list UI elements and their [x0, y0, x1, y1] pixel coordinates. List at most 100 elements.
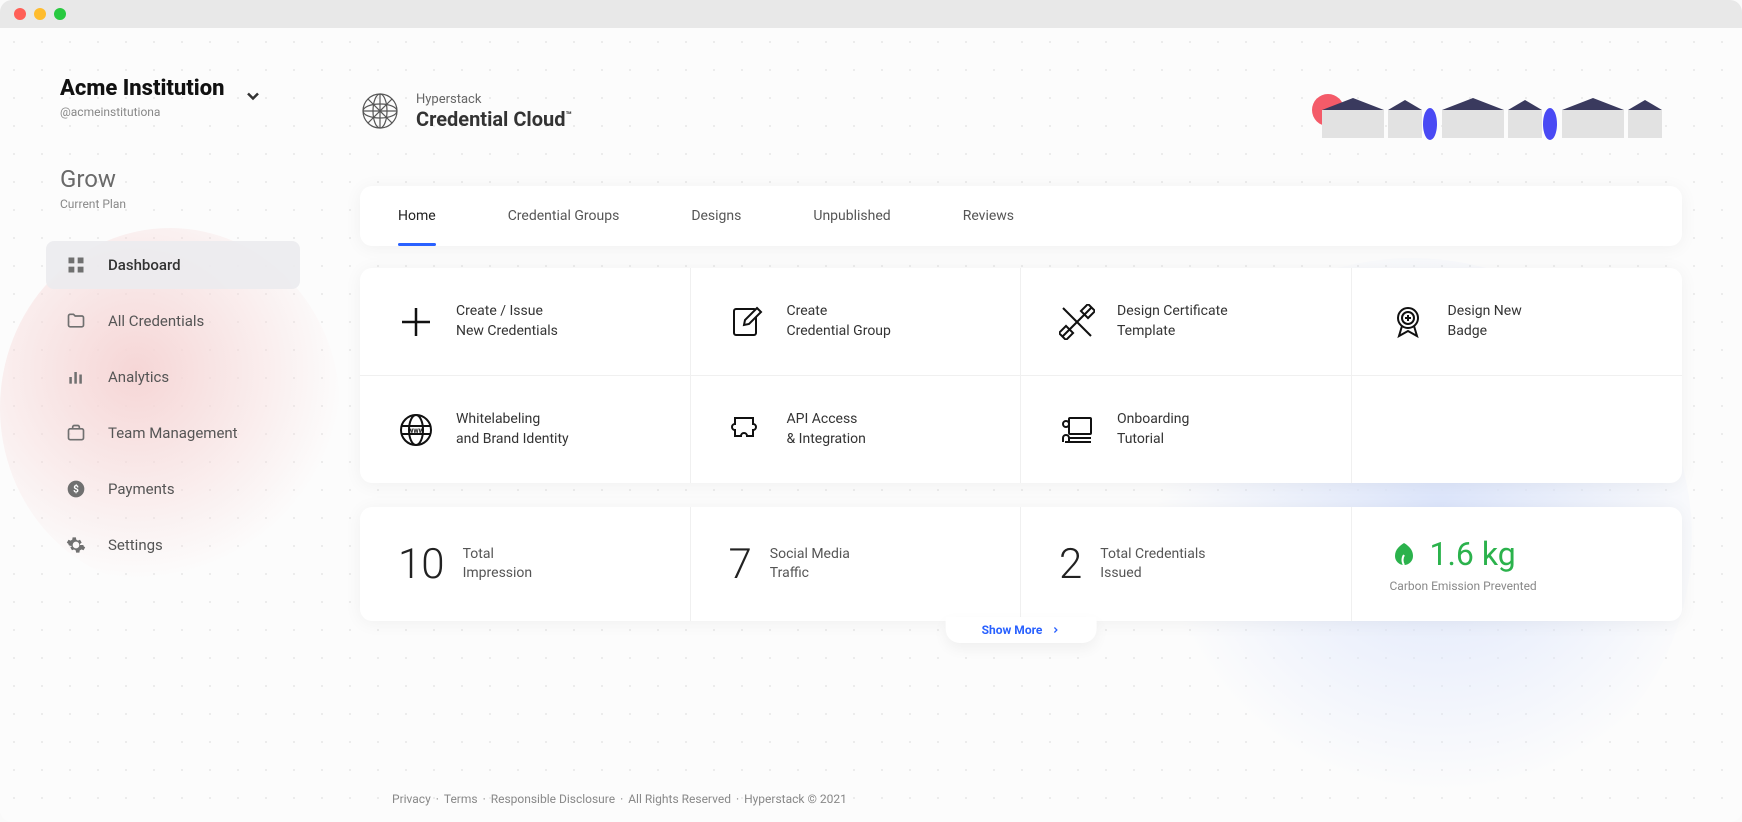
- action-label-line: Credential Group: [787, 323, 891, 339]
- stats-card: 10 TotalImpression 7 Social Media Traffic…: [360, 507, 1682, 621]
- sidebar-item-payments[interactable]: $ Payments: [46, 465, 300, 513]
- sidebar-item-analytics[interactable]: Analytics: [46, 353, 300, 401]
- window-minimize-dot[interactable]: [34, 8, 46, 20]
- carbon-value: 1.6 kg: [1430, 535, 1516, 573]
- brand: Hyperstack Credential Cloud™: [360, 91, 572, 131]
- action-api-access[interactable]: API Access & Integration: [691, 376, 1022, 483]
- chevron-down-icon: [243, 86, 263, 110]
- sidebar-item-dashboard[interactable]: Dashboard: [46, 241, 300, 289]
- action-whitelabeling[interactable]: WWW Whitelabeling and Brand Identity: [360, 376, 691, 483]
- action-label-line: Create: [787, 303, 828, 319]
- show-more-button[interactable]: Show More: [946, 617, 1097, 643]
- stat-label-line: Social Media: [770, 546, 850, 562]
- main-content: Hyperstack Credential Cloud™: [330, 28, 1742, 822]
- sidebar-item-label: Dashboard: [108, 256, 181, 274]
- sidebar-nav: Dashboard All Credentials Analytics Team…: [46, 241, 300, 569]
- skyline-illustration: [1302, 76, 1682, 146]
- dashboard-icon: [66, 255, 86, 275]
- sidebar-item-label: All Credentials: [108, 312, 204, 330]
- sidebar-item-label: Settings: [108, 536, 163, 554]
- footer-copyright: Hyperstack © 2021: [744, 792, 847, 806]
- dollar-icon: $: [66, 479, 86, 499]
- window-close-dot[interactable]: [14, 8, 26, 20]
- tab-reviews[interactable]: Reviews: [963, 186, 1014, 246]
- action-label-line: Whitelabeling: [456, 411, 540, 427]
- action-label-line: Onboarding: [1117, 411, 1189, 427]
- show-more-label: Show More: [982, 623, 1043, 637]
- sidebar-item-team[interactable]: Team Management: [46, 409, 300, 457]
- tabs: Home Credential Groups Designs Unpublish…: [360, 186, 1682, 246]
- sidebar-item-settings[interactable]: Settings: [46, 521, 300, 569]
- svg-text:WWW: WWW: [408, 428, 425, 435]
- plus-icon: [398, 304, 434, 340]
- action-design-certificate[interactable]: Design CertificateTemplate: [1021, 268, 1352, 376]
- badge-icon: [1390, 304, 1426, 340]
- tab-label: Reviews: [963, 208, 1014, 224]
- stat-label-line: Total: [463, 546, 494, 562]
- stat-label-line: Total Credentials: [1100, 546, 1205, 562]
- quick-actions-card: Create / Issue New Credentials Create Cred…: [360, 268, 1682, 483]
- stat-impression: 10 TotalImpression: [360, 507, 691, 621]
- action-label-line: Create / Issue: [456, 303, 543, 319]
- action-label-line: & Integration: [787, 431, 866, 447]
- window-chrome: [0, 0, 1742, 28]
- sidebar-item-label: Analytics: [108, 368, 169, 386]
- leaf-icon: [1390, 540, 1418, 568]
- gear-icon: [66, 535, 86, 555]
- stat-label-line: Traffic: [770, 565, 809, 581]
- window-maximize-dot[interactable]: [54, 8, 66, 20]
- action-onboarding[interactable]: Onboarding Tutorial: [1021, 376, 1352, 483]
- tab-designs[interactable]: Designs: [691, 186, 741, 246]
- chevron-right-icon: [1050, 625, 1060, 635]
- footer-disclosure[interactable]: Responsible Disclosure: [491, 792, 615, 806]
- footer-rights: All Rights Reserved: [628, 792, 731, 806]
- www-globe-icon: WWW: [398, 412, 434, 448]
- action-label-line: API Access: [787, 411, 858, 427]
- globe-logo-icon: [360, 91, 400, 131]
- action-label-line: Tutorial: [1117, 431, 1164, 447]
- tab-label: Designs: [691, 208, 741, 224]
- tab-home[interactable]: Home: [398, 186, 436, 246]
- brand-sup: Hyperstack: [416, 92, 572, 107]
- stat-value: 7: [729, 540, 752, 589]
- tab-label: Credential Groups: [508, 208, 620, 224]
- stat-social: 7 Social Media Traffic: [691, 507, 1022, 621]
- plan-label: Current Plan: [60, 197, 300, 211]
- presentation-icon: [1059, 412, 1095, 448]
- sidebar-item-all-credentials[interactable]: All Credentials: [46, 297, 300, 345]
- carbon-label: Carbon Emission Prevented: [1390, 579, 1537, 593]
- org-handle: @acmeinstitutiona: [60, 105, 225, 119]
- tab-label: Home: [398, 208, 436, 224]
- tab-credential-groups[interactable]: Credential Groups: [508, 186, 620, 246]
- footer-terms[interactable]: Terms: [444, 792, 478, 806]
- action-label-line: Design New: [1448, 303, 1522, 319]
- stat-carbon: 1.6 kg Carbon Emission Prevented: [1352, 507, 1683, 621]
- stat-value: 2: [1059, 540, 1082, 589]
- svg-text:$: $: [73, 482, 79, 495]
- plan-name: Grow: [60, 165, 300, 193]
- puzzle-icon: [729, 412, 765, 448]
- edit-note-icon: [729, 304, 765, 340]
- action-label-line: New Credentials: [456, 323, 558, 339]
- brand-main: Credential Cloud™: [416, 107, 572, 131]
- action-label-line: Badge: [1448, 323, 1488, 339]
- tab-unpublished[interactable]: Unpublished: [813, 186, 890, 246]
- stat-issued: 2 Total Credentials Issued: [1021, 507, 1352, 621]
- analytics-icon: [66, 367, 86, 387]
- tab-label: Unpublished: [813, 208, 890, 224]
- action-label-line: Design Certificate: [1117, 303, 1228, 319]
- ruler-pencil-icon: [1059, 304, 1095, 340]
- briefcase-icon: [66, 423, 86, 443]
- action-create-credentials[interactable]: Create / Issue New Credentials: [360, 268, 691, 376]
- stat-label-line: Issued: [1100, 565, 1141, 581]
- sidebar: Acme Institution @acmeinstitutiona Grow …: [0, 28, 330, 822]
- header-row: Hyperstack Credential Cloud™: [360, 76, 1682, 146]
- footer-privacy[interactable]: Privacy: [392, 792, 431, 806]
- stat-value: 10: [398, 540, 445, 589]
- plan-block: Grow Current Plan: [60, 165, 300, 211]
- org-switcher[interactable]: Acme Institution @acmeinstitutiona: [60, 76, 300, 119]
- action-design-badge[interactable]: Design New Badge: [1352, 268, 1683, 376]
- folder-icon: [66, 311, 86, 331]
- action-create-group[interactable]: Create Credential Group: [691, 268, 1022, 376]
- action-label-line: and Brand Identity: [456, 431, 569, 447]
